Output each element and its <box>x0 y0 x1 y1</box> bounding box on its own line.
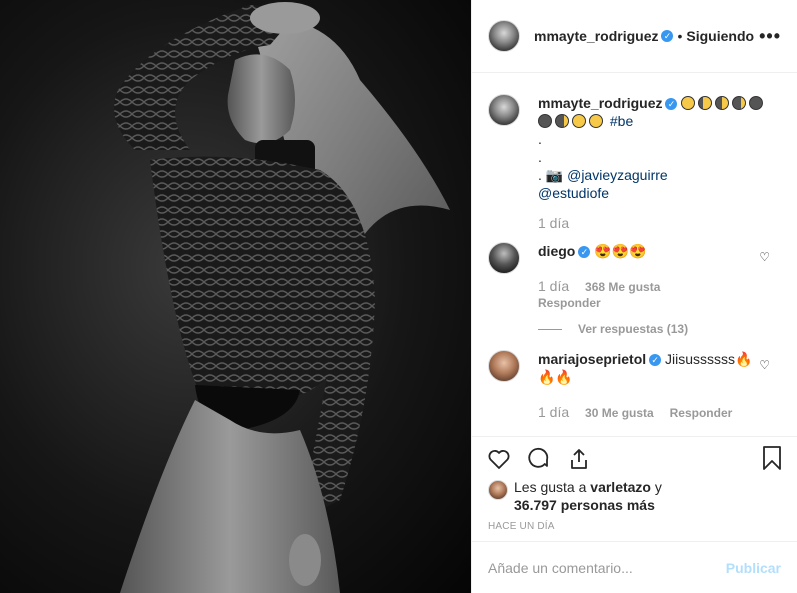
waxing-crescent-moon-icon <box>732 96 747 110</box>
verified-badge-icon: ✓ <box>649 354 662 367</box>
caption-dot: . <box>538 131 542 147</box>
post-photo[interactable] <box>0 0 471 593</box>
comment-bubble-icon[interactable] <box>526 447 552 471</box>
fire-icon: 🔥🔥 <box>538 369 573 385</box>
comment-input[interactable] <box>488 559 726 576</box>
view-replies-label: Ver respuestas (13) <box>578 322 689 336</box>
comment-likes[interactable]: 368 Me gusta <box>585 280 660 294</box>
caption-time[interactable]: 1 día <box>538 214 797 232</box>
caption-dot: . <box>538 167 542 183</box>
hashtag-link[interactable]: #be <box>610 113 633 129</box>
share-icon[interactable] <box>567 447 591 471</box>
fire-icon: 🔥 <box>735 351 753 367</box>
full-moon-icon <box>681 96 696 110</box>
like-heart-icon[interactable] <box>486 447 512 471</box>
comment-text: Jiisussssss <box>665 351 736 367</box>
verified-badge-icon: ✓ <box>665 98 678 111</box>
caption-avatar[interactable] <box>488 94 520 126</box>
more-options-icon[interactable]: ••• <box>759 26 781 47</box>
comment-likes[interactable]: 30 Me gusta <box>585 406 654 420</box>
author-avatar[interactable] <box>488 20 520 52</box>
reply-line <box>538 329 562 331</box>
reply-button[interactable]: Responder <box>538 296 601 310</box>
liker-username[interactable]: varletazo <box>590 479 651 495</box>
add-comment-bar: Publicar <box>472 541 797 593</box>
first-quarter-moon-icon <box>715 96 730 110</box>
follow-status-button[interactable]: Siguiendo <box>686 28 754 44</box>
author-username[interactable]: mmayte_rodriguez <box>534 28 658 44</box>
photo-illustration <box>114 2 450 593</box>
comment-username[interactable]: diego <box>538 243 575 259</box>
camera-icon: 📷 <box>545 167 564 183</box>
like-comment-heart-icon[interactable]: ♡ <box>759 358 770 372</box>
likes-prefix: Les gusta a <box>514 479 591 495</box>
full-moon-icon <box>572 114 586 128</box>
comment-time[interactable]: 1 día <box>538 278 569 294</box>
like-comment-heart-icon[interactable]: ♡ <box>759 250 770 264</box>
comment-meta: 1 día 30 Me gusta Responder <box>538 404 732 420</box>
comment-username[interactable]: mariajoseprietol <box>538 351 646 367</box>
post-header: mmayte_rodriguez ✓ • Siguiendo ••• <box>472 0 797 73</box>
waning-crescent-moon-icon <box>555 114 569 128</box>
verified-badge-icon: ✓ <box>661 30 674 42</box>
likes-count-link[interactable]: 36.797 personas más <box>514 497 655 513</box>
likes-text: Les gusta a varletazo y 36.797 personas … <box>514 478 774 514</box>
new-moon-icon <box>749 96 764 110</box>
full-moon-icon <box>589 114 603 128</box>
comment-body: mariajoseprietol ✓ Jiisussssss🔥 🔥🔥 <box>538 350 758 386</box>
comment-meta: 1 día 368 Me gusta Responder <box>538 278 660 310</box>
caption-text: mmayte_rodriguez ✓ #be . . . 📷 @javieyzag… <box>538 94 797 232</box>
comment-avatar[interactable] <box>488 350 520 382</box>
comment-body: diego ✓ 😍😍😍 <box>538 242 758 260</box>
new-moon-icon <box>538 114 552 128</box>
verified-badge-icon: ✓ <box>578 246 591 259</box>
comments-feed[interactable]: mmayte_rodriguez ✓ #be . . . 📷 @javieyzag… <box>472 74 797 434</box>
likes-suffix: y <box>650 479 662 495</box>
waxing-gibbous-moon-icon <box>698 96 713 110</box>
liker-avatar[interactable] <box>488 480 508 500</box>
view-replies-button[interactable]: Ver respuestas (13) <box>538 322 688 336</box>
heart-eyes-face-icon: 😍😍😍 <box>594 243 647 259</box>
comment-time[interactable]: 1 día <box>538 404 569 420</box>
post-timestamp[interactable]: HACE UN DÍA <box>488 521 555 532</box>
caption-dot: . <box>538 149 542 165</box>
save-bookmark-icon[interactable] <box>761 445 783 471</box>
instagram-post: mmayte_rodriguez ✓ • Siguiendo ••• mmayt… <box>0 0 797 593</box>
caption-username[interactable]: mmayte_rodriguez <box>538 95 662 111</box>
reply-button[interactable]: Responder <box>670 406 733 420</box>
header-separator: • <box>677 28 683 44</box>
post-sidebar: mmayte_rodriguez ✓ • Siguiendo ••• mmayt… <box>471 0 797 593</box>
comment-avatar[interactable] <box>488 242 520 274</box>
publish-button[interactable]: Publicar <box>726 560 781 576</box>
mention-link[interactable]: @estudiofe <box>538 185 609 201</box>
mention-link[interactable]: @javieyzaguirre <box>567 167 668 183</box>
post-actions <box>472 436 797 476</box>
